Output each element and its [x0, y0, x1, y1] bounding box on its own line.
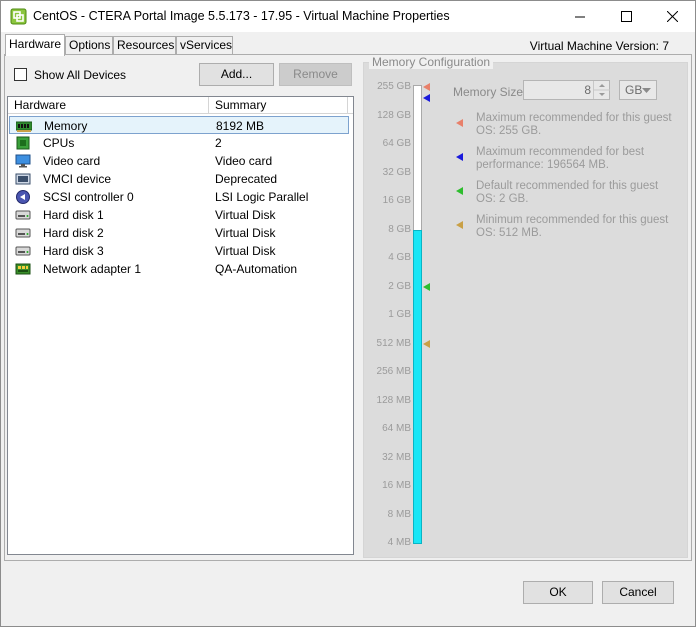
memory-unit-value: GB	[625, 83, 643, 97]
marker-max-guest-os-icon	[456, 119, 463, 127]
list-header: Hardware Summary	[8, 97, 353, 114]
marker-default-icon	[456, 187, 463, 195]
memory-scale-label: 255 GB	[377, 81, 411, 92]
table-row[interactable]: Memory 8192 MB	[9, 116, 349, 134]
memory-scale-label: 32 GB	[382, 166, 411, 178]
memory-scale-label: 512 MB	[376, 337, 411, 349]
memory-recommendation-marker-icon	[423, 339, 430, 348]
vsphere-app-icon	[10, 8, 27, 25]
memory-scale-label: 32 MB	[382, 451, 411, 463]
memory-unit-select[interactable]: GB	[619, 80, 657, 100]
memory-icon	[15, 119, 33, 133]
row-summary: Virtual Disk	[215, 226, 276, 240]
hard-disk-icon	[15, 208, 31, 222]
title-bar[interactable]: CentOS - CTERA Portal Image 5.5.173 - 17…	[1, 1, 695, 32]
row-name: Hard disk 1	[43, 208, 104, 222]
tab-options[interactable]: Options	[65, 36, 113, 55]
show-all-devices-checkbox[interactable]	[14, 68, 27, 81]
legend-text: Minimum recommended for this guest OS: 5…	[476, 214, 669, 239]
cpu-icon	[15, 136, 31, 150]
memory-scale-label: 128 MB	[376, 394, 411, 406]
network-icon	[15, 262, 31, 276]
memory-scale-label: 16 GB	[382, 195, 411, 206]
maximize-icon	[621, 11, 632, 22]
close-button[interactable]	[649, 1, 695, 32]
table-row[interactable]: VMCI device Deprecated	[9, 170, 349, 188]
table-row[interactable]: Hard disk 3 Virtual Disk	[9, 242, 349, 260]
memory-scale-label: 2 GB	[388, 280, 411, 292]
memory-scale-label: 4 GB	[388, 252, 411, 263]
memory-scale-label: 8 MB	[387, 508, 411, 520]
vmci-icon	[15, 172, 31, 186]
row-name: VMCI device	[43, 172, 112, 186]
row-name: CPUs	[43, 136, 75, 150]
add-device-button[interactable]: Add...	[199, 63, 274, 86]
row-summary: Virtual Disk	[215, 244, 276, 258]
row-summary: LSI Logic Parallel	[215, 190, 309, 204]
row-name: Hard disk 2	[43, 226, 104, 240]
spinner-arrows-icon	[594, 84, 610, 96]
row-name: SCSI controller 0	[43, 190, 134, 204]
legend-text: Maximum recommended for this guest OS: 2…	[476, 112, 672, 137]
show-all-devices-label[interactable]: Show All Devices	[34, 68, 126, 82]
memory-size-spinner[interactable]	[593, 81, 610, 99]
memory-scale-label: 16 MB	[382, 480, 411, 491]
window-title: CentOS - CTERA Portal Image 5.5.173 - 17…	[33, 9, 450, 23]
column-header-hardware[interactable]: Hardware	[8, 97, 209, 114]
table-row[interactable]: Video card Video card	[9, 152, 349, 170]
minimize-icon	[575, 16, 585, 18]
row-summary: Deprecated	[215, 172, 278, 186]
vm-version-label: Virtual Machine Version: 7	[529, 39, 669, 53]
remove-device-button[interactable]: Remove	[279, 63, 352, 86]
tab-hardware[interactable]: Hardware	[5, 34, 65, 56]
table-row[interactable]: CPUs 2	[9, 134, 349, 152]
legend-text: Default recommended for this guest OS: 2…	[476, 180, 659, 205]
tab-resources[interactable]: Resources	[113, 36, 176, 55]
memory-recommendation-marker-icon	[423, 94, 430, 103]
legend-text: Maximum recommended for best performance…	[476, 146, 645, 171]
monitor-icon	[15, 154, 31, 168]
row-name: Network adapter 1	[43, 262, 142, 276]
row-summary: QA-Automation	[215, 262, 298, 276]
table-row[interactable]: Network adapter 1 QA-Automation	[9, 260, 349, 278]
hard-disk-icon	[15, 226, 31, 240]
row-name: Hard disk 3	[43, 244, 104, 258]
maximize-button[interactable]	[603, 1, 649, 32]
cancel-button[interactable]: Cancel	[602, 581, 674, 604]
hard-disk-icon	[15, 244, 31, 258]
row-summary: 8192 MB	[216, 119, 265, 133]
memory-scale-label: 128 GB	[377, 109, 411, 121]
marker-max-performance-icon	[456, 153, 463, 161]
minimize-button[interactable]	[557, 1, 603, 32]
row-name: Memory	[44, 119, 88, 133]
chevron-down-icon	[642, 88, 651, 93]
memory-recommendation-marker-icon	[423, 282, 430, 291]
marker-min-icon	[456, 221, 463, 229]
memory-scale-label: 8 GB	[388, 223, 411, 235]
memory-recommendation-marker-icon	[423, 83, 430, 91]
row-summary: 2	[215, 136, 222, 150]
memory-size-label: Memory Size:	[453, 85, 527, 99]
vm-properties-window: CentOS - CTERA Portal Image 5.5.173 - 17…	[0, 0, 696, 627]
memory-configuration-title: Memory Configuration	[369, 55, 494, 69]
row-summary: Virtual Disk	[215, 208, 276, 222]
table-row[interactable]: SCSI controller 0 LSI Logic Parallel	[9, 188, 349, 206]
row-summary: Video card	[215, 154, 273, 168]
memory-scale-label: 64 MB	[382, 423, 411, 434]
memory-scale-label: 1 GB	[388, 309, 411, 320]
ok-button[interactable]: OK	[523, 581, 593, 604]
scsi-icon	[15, 190, 31, 204]
table-row[interactable]: Hard disk 1 Virtual Disk	[9, 206, 349, 224]
hardware-list[interactable]: Hardware Summary Memory 8192 MB CPUs 2 V…	[7, 96, 354, 555]
table-row[interactable]: Hard disk 2 Virtual Disk	[9, 224, 349, 242]
memory-scale-label: 4 MB	[387, 537, 411, 548]
close-icon	[667, 11, 678, 22]
memory-slider-fill[interactable]	[413, 229, 422, 544]
column-header-summary[interactable]: Summary	[209, 97, 348, 114]
tab-vservices[interactable]: vServices	[176, 36, 233, 55]
memory-scale-label: 64 GB	[382, 138, 411, 149]
row-name: Video card	[43, 154, 101, 168]
memory-scale-label: 256 MB	[376, 366, 411, 377]
